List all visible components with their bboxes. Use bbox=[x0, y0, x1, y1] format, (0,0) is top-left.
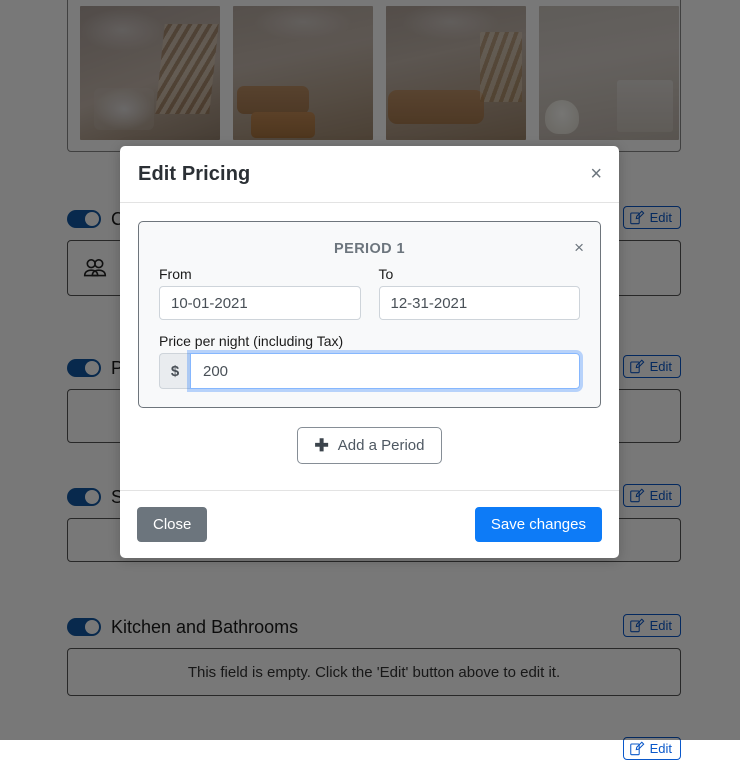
pencil-icon bbox=[630, 741, 645, 756]
modal-body: PERIOD 1 × From To Price per night (incl… bbox=[120, 203, 619, 490]
from-label: From bbox=[159, 266, 361, 282]
modal-header: Edit Pricing × bbox=[120, 146, 619, 203]
remove-period-icon[interactable]: × bbox=[574, 239, 584, 256]
edit-pricing-modal: Edit Pricing × PERIOD 1 × From To Price … bbox=[120, 146, 619, 558]
price-input-group: $ bbox=[159, 353, 580, 389]
to-field-group: To bbox=[379, 266, 581, 320]
close-button[interactable]: Close bbox=[137, 507, 207, 542]
plus-icon: ✚ bbox=[315, 437, 329, 454]
save-changes-button[interactable]: Save changes bbox=[475, 507, 602, 542]
period-title: PERIOD 1 bbox=[159, 234, 580, 266]
to-date-input[interactable] bbox=[379, 286, 581, 320]
date-range-row: From To bbox=[159, 266, 580, 320]
edit-label: Edit bbox=[650, 742, 672, 755]
to-label: To bbox=[379, 266, 581, 282]
period-card-1: PERIOD 1 × From To Price per night (incl… bbox=[138, 221, 601, 408]
from-date-input[interactable] bbox=[159, 286, 361, 320]
edit-button-next[interactable]: Edit bbox=[623, 737, 681, 760]
modal-footer: Close Save changes bbox=[120, 490, 619, 558]
from-field-group: From bbox=[159, 266, 361, 320]
price-input[interactable] bbox=[190, 353, 580, 389]
close-icon[interactable]: × bbox=[590, 164, 602, 184]
modal-title: Edit Pricing bbox=[138, 163, 250, 186]
add-period-button[interactable]: ✚ Add a Period bbox=[297, 427, 443, 464]
currency-symbol: $ bbox=[159, 353, 190, 389]
add-period-row: ✚ Add a Period bbox=[138, 427, 601, 464]
add-period-label: Add a Period bbox=[338, 437, 425, 454]
price-input-focus-ring bbox=[190, 353, 580, 389]
price-label: Price per night (including Tax) bbox=[159, 333, 580, 349]
